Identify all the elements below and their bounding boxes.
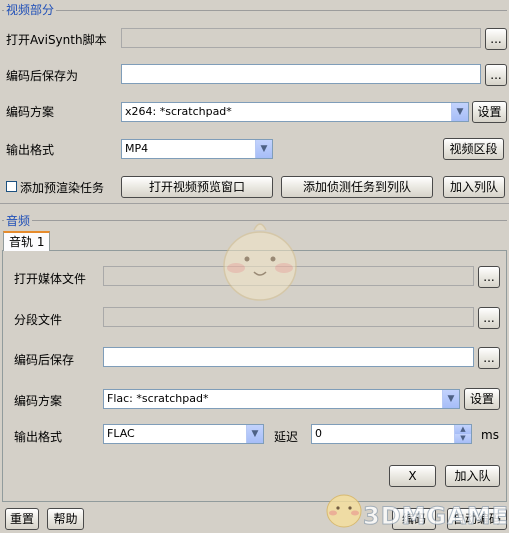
audio-save-label: 编码后保存 (14, 353, 75, 367)
tab-audio-track-1[interactable]: 音轨 1 (3, 231, 51, 251)
segment-file-label: 分段文件 (14, 313, 63, 327)
segment-file-input[interactable] (103, 307, 474, 327)
audio-encode-scheme-select[interactable]: Flac: *scratchpad* ▼ (103, 389, 460, 409)
reset-button[interactable]: 重置 (5, 508, 39, 530)
video-group-title: 视频部分 (4, 1, 57, 18)
audio-output-format-value: FLAC (107, 427, 135, 440)
delay-label: 延迟 (274, 430, 299, 444)
chevron-down-icon: ▼ (255, 140, 272, 158)
chevron-down-icon[interactable]: ▼ (454, 434, 471, 443)
chevron-down-icon: ▼ (246, 425, 263, 443)
avisynth-script-input[interactable] (121, 28, 481, 48)
audio-add-queue-button[interactable]: 加入队 (445, 465, 500, 487)
section-divider (0, 203, 509, 204)
video-output-path-input[interactable] (121, 64, 481, 84)
video-output-browse-button[interactable]: ... (485, 64, 507, 86)
avisynth-browse-button[interactable]: ... (485, 28, 507, 50)
video-encode-scheme-value: x264: *scratchpad* (125, 105, 232, 118)
delay-value: 0 (315, 427, 322, 440)
video-output-format-value: MP4 (125, 142, 149, 155)
audio-encode-scheme-value: Flac: *scratchpad* (107, 392, 209, 405)
audio-group-title: 音频 (4, 212, 33, 229)
video-encode-scheme-label: 编码方案 (6, 105, 55, 119)
add-prerender-label: 添加预渲染任务 (20, 181, 105, 195)
audio-output-path-input[interactable] (103, 347, 474, 367)
delay-stepper[interactable]: 0 ▲ ▼ (311, 424, 472, 444)
audio-output-browse-button[interactable]: ... (478, 347, 500, 369)
chevron-down-icon: ▼ (451, 103, 468, 121)
remove-track-button[interactable]: X (389, 465, 436, 487)
chevron-down-icon: ▼ (442, 390, 459, 408)
chevron-up-icon[interactable]: ▲ (454, 425, 471, 434)
delay-unit-label: ms (481, 428, 499, 442)
audio-input-browse-button[interactable]: ... (478, 266, 500, 288)
audio-output-format-select[interactable]: FLAC ▼ (103, 424, 264, 444)
video-output-format-label: 输出格式 (6, 143, 55, 157)
auto-encode-button[interactable]: 自动编码 (447, 508, 507, 530)
segment-browse-button[interactable]: ... (478, 307, 500, 329)
video-save-as-label: 编码后保存为 (6, 69, 79, 83)
add-detect-task-button[interactable]: 添加侦测任务到列队 (281, 176, 433, 198)
audio-input-path[interactable] (103, 266, 474, 286)
audio-encode-scheme-label: 编码方案 (14, 394, 63, 408)
video-encode-scheme-select[interactable]: x264: *scratchpad* ▼ (121, 102, 469, 122)
open-media-label: 打开媒体文件 (14, 272, 87, 286)
video-settings-button[interactable]: 设置 (472, 101, 507, 123)
encode-button[interactable]: 编码 (392, 508, 436, 530)
help-button[interactable]: 帮助 (47, 508, 84, 530)
video-output-format-select[interactable]: MP4 ▼ (121, 139, 273, 159)
add-prerender-checkbox[interactable] (6, 181, 17, 192)
video-segment-button[interactable]: 视频区段 (443, 138, 504, 160)
video-add-queue-button[interactable]: 加入列队 (443, 176, 505, 198)
open-preview-window-button[interactable]: 打开视频预览窗口 (121, 176, 273, 198)
audio-output-format-label: 输出格式 (14, 430, 63, 444)
video-group-border (2, 10, 507, 11)
audio-group-border (2, 220, 507, 221)
open-avisynth-label: 打开AviSynth脚本 (6, 33, 107, 47)
audio-settings-button[interactable]: 设置 (464, 388, 500, 410)
